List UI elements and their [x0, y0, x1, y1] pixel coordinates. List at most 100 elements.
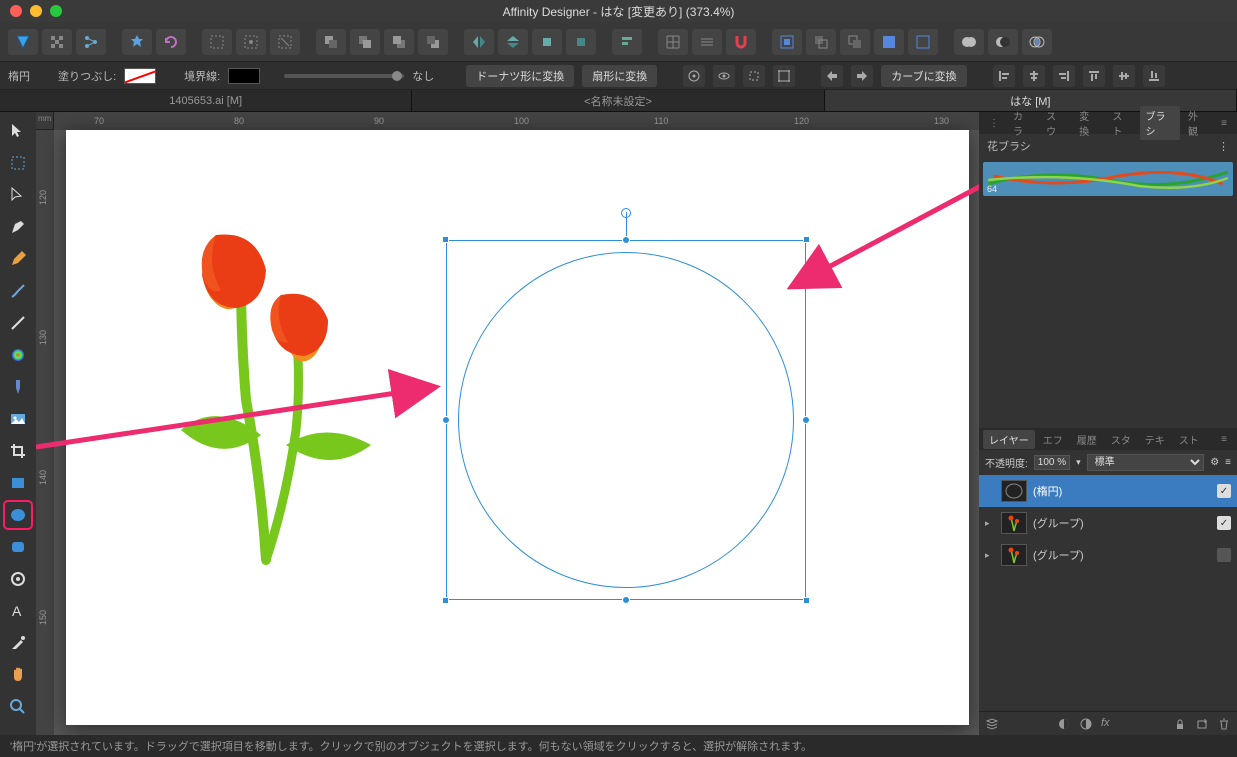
cog-shape-tool[interactable] — [5, 566, 31, 592]
transparency-tool[interactable] — [5, 374, 31, 400]
doc-tab-1[interactable]: 1405653.ai [M] — [0, 90, 412, 111]
snapping-grid-button[interactable] — [658, 29, 688, 55]
tab-styles[interactable]: スタ — [1105, 430, 1137, 449]
panel-menu-icon[interactable]: ≡ — [1215, 432, 1233, 447]
arrange-forward-button[interactable] — [350, 29, 380, 55]
show-rotation-icon[interactable] — [713, 65, 735, 87]
align-bottom-icon[interactable] — [1143, 65, 1165, 87]
brush-tool[interactable] — [5, 278, 31, 304]
minimize-window-button[interactable] — [30, 5, 42, 17]
arrange-back-button[interactable] — [418, 29, 448, 55]
synchronize-defaults-button[interactable] — [122, 29, 152, 55]
place-image-tool[interactable] — [5, 406, 31, 432]
align-button[interactable] — [612, 29, 642, 55]
tab-stock[interactable]: スト — [1173, 430, 1205, 449]
boolean-subtract-button[interactable] — [988, 29, 1018, 55]
opacity-input[interactable]: 100 % — [1034, 455, 1070, 470]
node-tool[interactable] — [5, 182, 31, 208]
layer-row-ellipse[interactable]: (楕円) ✓ — [979, 475, 1237, 507]
select-same-icon[interactable] — [236, 29, 266, 55]
transforms-icon[interactable] — [773, 65, 795, 87]
rotate-cw-button[interactable] — [566, 29, 596, 55]
boolean-add-button[interactable] — [954, 29, 984, 55]
rotate-ccw-button[interactable] — [532, 29, 562, 55]
resize-handle-r[interactable] — [802, 416, 810, 424]
mask-icon[interactable] — [1057, 717, 1071, 731]
canvas[interactable]: mm 70 80 90 100 110 120 130 120 130 140 … — [36, 112, 979, 735]
add-layer-icon[interactable] — [1195, 717, 1209, 731]
hand-tool[interactable] — [5, 662, 31, 688]
fill-tool[interactable] — [5, 342, 31, 368]
vector-brush-tool[interactable] — [5, 310, 31, 336]
resize-handle-br[interactable] — [803, 597, 810, 604]
revert-defaults-button[interactable] — [156, 29, 186, 55]
ellipse-shape[interactable] — [458, 252, 794, 588]
hide-selection-icon[interactable] — [743, 65, 765, 87]
resize-handle-tl[interactable] — [442, 236, 449, 243]
layer-row-group-1[interactable]: ▸ (グループ) ✓ — [979, 507, 1237, 539]
move-tool[interactable] — [5, 118, 31, 144]
resize-handle-t[interactable] — [622, 236, 630, 244]
layers-stack-icon[interactable] — [985, 717, 999, 731]
align-right-icon[interactable] — [1053, 65, 1075, 87]
persona-designer-button[interactable] — [8, 29, 38, 55]
snapping-magnet-button[interactable] — [726, 29, 756, 55]
pencil-tool[interactable] — [5, 246, 31, 272]
select-object-icon[interactable] — [270, 29, 300, 55]
tab-history[interactable]: 履歴 — [1071, 430, 1103, 449]
resize-handle-b[interactable] — [622, 596, 630, 604]
insert-top-button[interactable] — [874, 29, 904, 55]
fill-swatch[interactable] — [124, 68, 156, 84]
doc-tab-2[interactable]: <名称未設定> — [412, 90, 824, 111]
persona-pixel-button[interactable] — [42, 29, 72, 55]
align-left-icon[interactable] — [993, 65, 1015, 87]
insert-inside-button[interactable] — [772, 29, 802, 55]
brush-category-dropdown[interactable]: 花ブラシ⋮ — [979, 134, 1237, 158]
persona-export-button[interactable] — [76, 29, 106, 55]
eyedropper-tool[interactable] — [5, 630, 31, 656]
visibility-checkbox[interactable]: ✓ — [1217, 484, 1231, 498]
stroke-swatch[interactable] — [228, 68, 260, 84]
tab-layers[interactable]: レイヤー — [983, 430, 1035, 449]
transform-origin-icon[interactable] — [683, 65, 705, 87]
ellipse-tool[interactable] — [5, 502, 31, 528]
tab-effects[interactable]: エフ — [1037, 430, 1069, 449]
horizontal-ruler[interactable]: 70 80 90 100 110 120 130 — [54, 112, 979, 130]
ruler-unit[interactable]: mm — [36, 112, 54, 130]
visibility-checkbox[interactable]: ✓ — [1217, 516, 1231, 530]
flip-horizontal-button[interactable] — [464, 29, 494, 55]
disclosure-icon[interactable]: ▸ — [985, 518, 995, 529]
select-all-icon[interactable] — [202, 29, 232, 55]
arrange-front-button[interactable] — [316, 29, 346, 55]
align-center-h-icon[interactable] — [1023, 65, 1045, 87]
convert-to-curves-button[interactable]: カーブに変換 — [881, 65, 966, 87]
rectangle-tool[interactable] — [5, 470, 31, 496]
zoom-window-button[interactable] — [50, 5, 62, 17]
ellipse-selection[interactable] — [446, 240, 806, 600]
panel-menu-icon[interactable]: ≡ — [1225, 457, 1231, 468]
panel-menu-icon[interactable]: ≡ — [1215, 116, 1233, 131]
align-center-v-icon[interactable] — [1113, 65, 1135, 87]
cycle-selection-icon[interactable] — [821, 65, 843, 87]
overflow-icon[interactable]: ⋮ — [983, 116, 1005, 131]
convert-to-pie-button[interactable]: 扇形に変換 — [582, 65, 657, 87]
resize-handle-bl[interactable] — [442, 597, 449, 604]
fx-icon[interactable]: fx — [1101, 717, 1115, 731]
zoom-tool[interactable] — [5, 694, 31, 720]
visibility-checkbox[interactable] — [1217, 548, 1231, 562]
snapping-options-button[interactable] — [692, 29, 722, 55]
disclosure-icon[interactable]: ▸ — [985, 550, 995, 561]
tab-text[interactable]: テキ — [1139, 430, 1171, 449]
gear-icon[interactable]: ⚙ — [1210, 457, 1219, 468]
rounded-rect-tool[interactable] — [5, 534, 31, 560]
insert-bottom-button[interactable] — [908, 29, 938, 55]
insert-behind-button[interactable] — [806, 29, 836, 55]
artboard-tool[interactable] — [5, 150, 31, 176]
blend-mode-select[interactable]: 標準 — [1087, 454, 1205, 471]
flip-vertical-button[interactable] — [498, 29, 528, 55]
boolean-intersect-button[interactable] — [1022, 29, 1052, 55]
close-window-button[interactable] — [10, 5, 22, 17]
text-tool[interactable]: A — [5, 598, 31, 624]
insert-front-button[interactable] — [840, 29, 870, 55]
arrange-backward-button[interactable] — [384, 29, 414, 55]
